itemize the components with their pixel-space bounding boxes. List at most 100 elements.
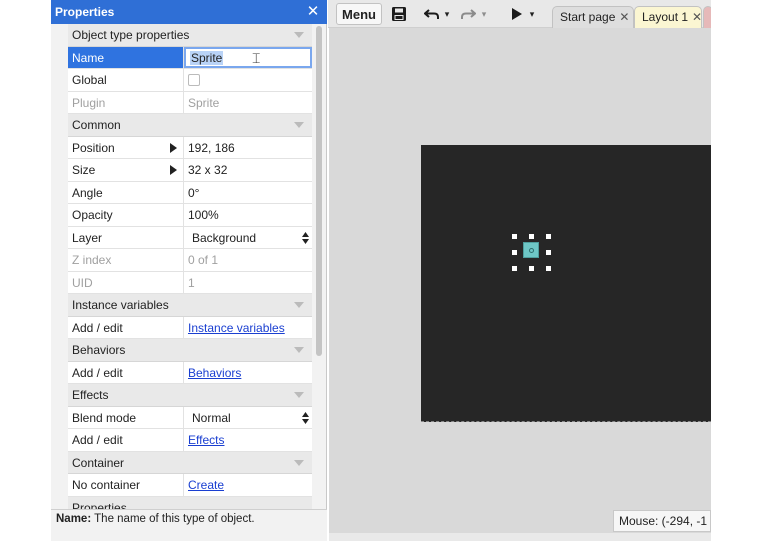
property-key: Angle — [68, 181, 184, 203]
property-key: Name — [68, 46, 184, 68]
properties-scrollbar[interactable] — [315, 24, 322, 509]
section-label: Behaviors — [72, 343, 126, 357]
close-tab-icon[interactable]: ✕ — [692, 10, 702, 24]
property-key: Z index — [68, 249, 184, 271]
property-key: Plugin — [68, 91, 184, 113]
blend-mode-select[interactable]: Normal — [184, 407, 312, 429]
resize-handle[interactable] — [546, 250, 551, 255]
collapse-icon[interactable] — [294, 452, 304, 474]
tab-layout-1[interactable]: Layout 1 ✕ — [634, 6, 702, 28]
menu-button[interactable]: Menu — [336, 3, 382, 25]
property-key: Position — [72, 140, 115, 155]
property-value: 1 — [188, 275, 195, 290]
collapse-icon[interactable] — [294, 384, 304, 406]
property-key: Add / edit — [68, 361, 184, 383]
expand-arrow-icon[interactable] — [170, 165, 177, 175]
sprite-instance[interactable] — [523, 242, 539, 258]
properties-panel-title: Properties — [51, 0, 327, 24]
section-container[interactable]: Container — [68, 451, 312, 474]
select-arrows-icon — [302, 411, 309, 424]
property-key: Blend mode — [68, 406, 184, 428]
property-row-global[interactable]: Global — [68, 69, 312, 92]
resize-handle[interactable] — [512, 234, 517, 239]
layer-select[interactable]: Background — [184, 227, 312, 249]
section-instance-variables[interactable]: Instance variables — [68, 294, 312, 317]
help-label: Name: — [56, 513, 92, 525]
section-properties[interactable]: Properties — [68, 496, 312, 510]
position-field[interactable]: 192, 186 — [184, 137, 312, 159]
property-row-layer[interactable]: Layer Background — [68, 226, 312, 249]
property-row-instance-variables[interactable]: Add / edit Instance variables — [68, 316, 312, 339]
scrollbar-thumb[interactable] — [316, 26, 322, 356]
layout-horizontal-scrollbar[interactable] — [329, 533, 711, 541]
size-field[interactable]: 32 x 32 — [184, 159, 312, 181]
redo-icon[interactable] — [458, 3, 478, 25]
property-key: UID — [68, 271, 184, 293]
resize-handle[interactable] — [546, 266, 551, 271]
save-icon[interactable] — [388, 3, 410, 25]
property-row-position[interactable]: Position 192, 186 — [68, 136, 312, 159]
collapse-icon[interactable] — [294, 339, 304, 361]
section-label: Instance variables — [72, 298, 169, 312]
opacity-field[interactable]: 100% — [184, 204, 312, 226]
resize-handle[interactable] — [529, 266, 534, 271]
section-label: Effects — [72, 388, 109, 402]
origin-point-icon — [529, 248, 534, 253]
property-key: Size — [72, 163, 96, 177]
global-checkbox[interactable] — [188, 74, 200, 86]
preview-dropdown-icon[interactable]: ▾ — [528, 3, 536, 25]
name-input[interactable]: Sprite ⌶ — [184, 46, 312, 68]
create-container-link[interactable]: Create — [188, 478, 224, 492]
close-tab-icon[interactable]: ✕ — [619, 10, 629, 24]
property-key: No container — [68, 474, 184, 496]
section-object-type-properties[interactable]: Object type properties — [68, 24, 312, 47]
angle-field[interactable]: 0° — [184, 182, 312, 204]
tab-label: Start page — [560, 10, 616, 24]
section-effects[interactable]: Effects — [68, 384, 312, 407]
property-row-behaviors[interactable]: Add / edit Behaviors — [68, 361, 312, 384]
section-common[interactable]: Common — [68, 114, 312, 137]
property-key: Add / edit — [68, 316, 184, 338]
tab-start-page[interactable]: Start page ✕ — [552, 6, 634, 28]
mouse-position-status: Mouse: (-294, -1 — [613, 510, 711, 532]
section-label: Container — [72, 455, 125, 470]
collapse-icon[interactable] — [294, 114, 304, 136]
collapse-icon[interactable] — [294, 24, 304, 46]
property-row-container[interactable]: No container Create — [68, 474, 312, 497]
resize-handle[interactable] — [512, 266, 517, 271]
app-window: Properties ✕ Object type properties Name… — [0, 0, 763, 541]
collapse-icon[interactable] — [294, 294, 304, 316]
property-row-opacity[interactable]: Opacity 100% — [68, 204, 312, 227]
resize-handle[interactable] — [546, 234, 551, 239]
help-description: The name of this type of object. — [91, 513, 255, 525]
undo-dropdown-icon[interactable]: ▾ — [443, 3, 451, 25]
text-cursor-icon: ⌶ — [252, 49, 261, 66]
expand-arrow-icon[interactable] — [170, 142, 177, 153]
section-label: Properties — [72, 500, 127, 510]
property-value: 0 of 1 — [188, 253, 219, 267]
section-label: Common — [72, 118, 121, 132]
layout-canvas[interactable] — [421, 145, 711, 422]
behaviors-link[interactable]: Behaviors — [188, 366, 241, 380]
property-row-size[interactable]: Size 32 x 32 — [68, 159, 312, 182]
resize-handle[interactable] — [512, 250, 517, 255]
property-row-effects[interactable]: Add / edit Effects — [68, 429, 312, 452]
layer-select-value: Background — [192, 230, 257, 245]
resize-handle[interactable] — [529, 234, 534, 239]
section-label: Object type properties — [72, 28, 190, 42]
redo-dropdown-icon[interactable]: ▾ — [480, 3, 488, 25]
property-row-name[interactable]: Name Sprite ⌶ — [68, 46, 312, 69]
property-row-blend-mode[interactable]: Blend mode Normal — [68, 406, 312, 429]
property-row-angle[interactable]: Angle 0° — [68, 181, 312, 204]
close-icon[interactable]: ✕ — [306, 0, 320, 24]
property-key: Global — [68, 69, 184, 91]
property-row-z-index: Z index 0 of 1 — [68, 249, 312, 272]
layout-view[interactable] — [329, 28, 711, 541]
select-arrows-icon — [302, 231, 309, 244]
instance-variables-link[interactable]: Instance variables — [188, 321, 285, 335]
effects-link[interactable]: Effects — [188, 433, 224, 447]
undo-icon[interactable] — [422, 3, 442, 25]
preview-play-icon[interactable] — [508, 3, 526, 25]
section-behaviors[interactable]: Behaviors — [68, 339, 312, 362]
property-row-plugin: Plugin Sprite — [68, 91, 312, 114]
